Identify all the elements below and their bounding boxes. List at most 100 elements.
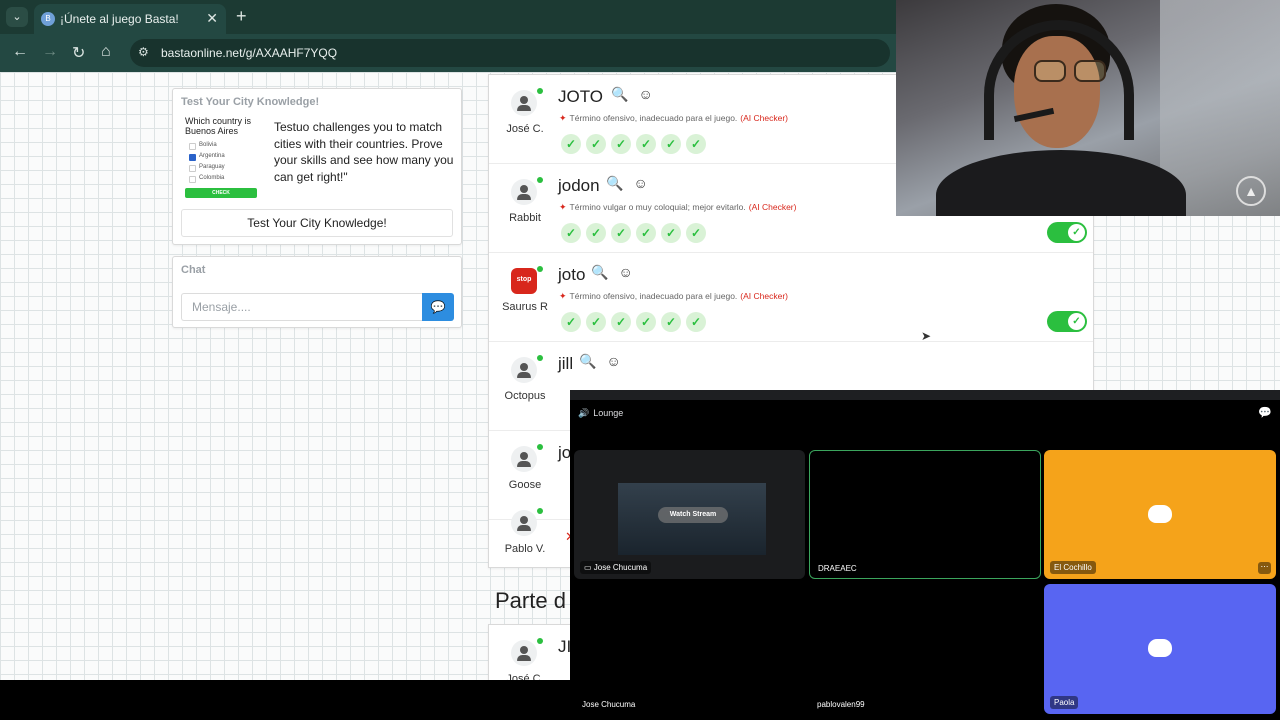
online-status-dot [537, 177, 543, 183]
back-arrow-icon[interactable]: ← [12, 43, 28, 61]
vote-check-icon[interactable]: ✓ [561, 312, 581, 332]
emoji-reaction-icon[interactable]: ☺ [606, 353, 620, 369]
vote-check-icon[interactable]: ✓ [611, 134, 631, 154]
vote-check-icon[interactable]: ✓ [636, 134, 656, 154]
letterbox-bar [0, 680, 570, 720]
chat-card: Chat 💬 [172, 256, 462, 328]
avatar [511, 179, 537, 205]
browser-tab[interactable]: B ¡Únete al juego Basta! ✕ [34, 4, 226, 34]
tab-search-menu-icon[interactable]: ⌄ [6, 7, 28, 27]
sparkle-icon: ✦ [559, 291, 567, 301]
voice-channel-name: 🔊 Lounge [578, 408, 624, 418]
ai-warning: ✦ Término vulgar o muy coloquial; mejor e… [559, 202, 797, 212]
test-knowledge-button[interactable]: Test Your City Knowledge! [181, 209, 453, 237]
search-icon[interactable]: 🔍 [579, 353, 596, 369]
participant-tile[interactable]: Jose Chucuma [574, 584, 805, 714]
participant-name: Paola [1050, 696, 1079, 709]
address-bar[interactable]: ⚙ bastaonline.net/g/AXAAHF7YQQ [130, 39, 890, 67]
vote-check-icon[interactable]: ✓ [586, 312, 606, 332]
search-icon[interactable]: 🔍 [591, 264, 608, 280]
discord-logo-icon [1148, 505, 1172, 523]
player-name: Octopus [504, 390, 546, 402]
vote-check-icon[interactable]: ✓ [611, 312, 631, 332]
search-icon[interactable]: 🔍 [611, 86, 628, 102]
reload-icon[interactable]: ↻ [72, 43, 85, 63]
url-text: bastaonline.net/g/AXAAHF7YQQ [161, 46, 338, 60]
online-status-dot [537, 355, 543, 361]
vote-check-icon[interactable]: ✓ [686, 223, 706, 243]
avatar [511, 510, 537, 536]
player-name: Saurus R [502, 301, 548, 313]
close-icon[interactable]: ✕ [206, 10, 218, 27]
quiz-option-selected: Argentina [185, 151, 263, 162]
avatar [511, 90, 537, 116]
section-title: Parte d [495, 588, 566, 613]
vote-checks: ✓ ✓ ✓ ✓ ✓ ✓ [561, 134, 711, 154]
player-name: José C. [506, 123, 544, 135]
screen-share-icon: ▭ [584, 563, 594, 572]
participant-tile[interactable]: pablovalen99 [809, 584, 1041, 714]
online-status-dot [537, 444, 543, 450]
participant-name: DRAEAEC [818, 564, 857, 573]
quiz-check-button: CHECK [185, 188, 257, 198]
vote-check-icon[interactable]: ✓ [661, 134, 681, 154]
emoji-reaction-icon[interactable]: ☺ [633, 175, 647, 191]
chat-bubble-icon: 💬 [430, 300, 446, 314]
stream-tile[interactable]: Watch Stream ▭ Jose Chucuma [574, 450, 805, 579]
home-icon[interactable]: ⌂ [101, 43, 111, 61]
vote-check-icon[interactable]: ✓ [586, 223, 606, 243]
sparkle-icon: ✦ [559, 113, 567, 123]
discord-logo-icon [1148, 639, 1172, 657]
chat-heading: Chat [181, 264, 206, 276]
vote-check-icon[interactable]: ✓ [661, 312, 681, 332]
streamer-logo-icon: ▲ [1236, 176, 1266, 206]
quiz-preview-image: Which country is Buenos Aires Bolivia Ar… [185, 116, 263, 198]
vote-check-icon[interactable]: ✓ [561, 134, 581, 154]
vote-check-icon[interactable]: ✓ [686, 134, 706, 154]
answer-word: joto [558, 265, 586, 284]
vote-check-icon[interactable]: ✓ [611, 223, 631, 243]
chat-message-input[interactable] [181, 293, 422, 321]
vote-check-icon[interactable]: ✓ [561, 223, 581, 243]
emoji-reaction-icon[interactable]: ☺ [638, 86, 652, 102]
vote-check-icon[interactable]: ✓ [661, 223, 681, 243]
webcam-overlay: ▲ [896, 0, 1280, 216]
site-info-icon[interactable]: ⚙ [138, 45, 149, 59]
chat-bubble-icon[interactable]: 💬 [1258, 406, 1272, 419]
online-status-dot [537, 638, 543, 644]
vote-checks: ✓ ✓ ✓ ✓ ✓ ✓ [561, 312, 711, 332]
accept-toggle[interactable]: ✓ [1047, 311, 1087, 332]
promo-heading: Test Your City Knowledge! [181, 96, 320, 108]
promo-description: Testuo challenges you to match cities wi… [274, 120, 454, 184]
check-icon: ✓ [1068, 224, 1085, 241]
vote-check-icon[interactable]: ✓ [586, 134, 606, 154]
forward-arrow-icon[interactable]: → [42, 43, 58, 61]
new-tab-plus-icon[interactable]: + [236, 6, 247, 27]
accept-toggle[interactable]: ✓ [1047, 222, 1087, 243]
online-status-dot [537, 508, 543, 514]
avatar [511, 446, 537, 472]
emoji-reaction-icon[interactable]: ☺ [618, 264, 632, 280]
search-icon[interactable]: 🔍 [606, 175, 623, 191]
quiz-option: Paraguay [185, 162, 263, 173]
player-row: stop Saurus R joto 🔍 ☺ ✦ Término ofensivo,… [489, 253, 1093, 342]
browser-tab-bar: ⌄ B ¡Únete al juego Basta! ✕ + [0, 0, 896, 34]
tab-title: ¡Únete al juego Basta! [60, 12, 179, 26]
participant-tile[interactable]: Paola [1044, 584, 1276, 714]
quiz-option: Bolivia [185, 140, 263, 151]
send-message-button[interactable]: 💬 [422, 293, 454, 321]
vote-check-icon[interactable]: ✓ [636, 312, 656, 332]
player-name: Rabbit [509, 212, 541, 224]
player-name: Goose [508, 479, 542, 491]
online-status-dot [537, 266, 543, 272]
participant-tile[interactable]: DRAEAEC [809, 450, 1041, 579]
quiz-option: Colombia [185, 173, 263, 184]
participant-name: ▭ Jose Chucuma [580, 561, 652, 574]
vote-check-icon[interactable]: ✓ [636, 223, 656, 243]
vote-check-icon[interactable]: ✓ [686, 312, 706, 332]
ai-warning: ✦ Término ofensivo, inadecuado para el ju… [559, 291, 789, 301]
participant-tile[interactable]: El Cochillo ⋯ [1044, 450, 1276, 579]
more-options-icon[interactable]: ⋯ [1258, 562, 1271, 574]
stop-sign-avatar: stop [511, 268, 537, 294]
watch-stream-button[interactable]: Watch Stream [658, 507, 728, 523]
